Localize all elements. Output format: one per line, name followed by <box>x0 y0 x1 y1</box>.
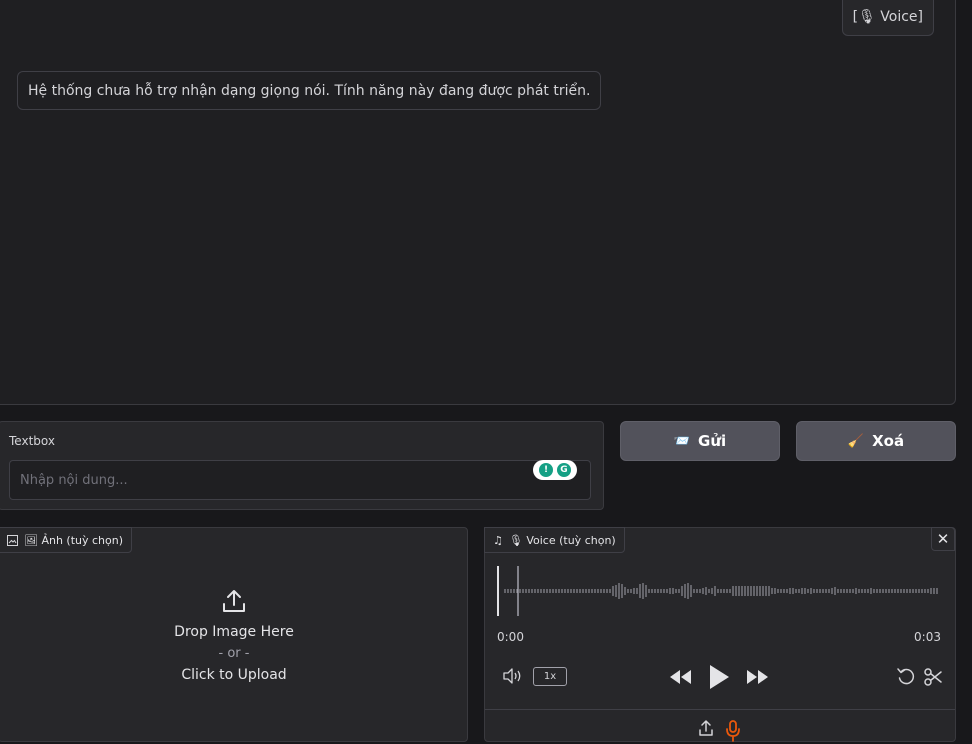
audio-waveform[interactable] <box>495 564 941 618</box>
music-note-icon: ♫ <box>493 533 503 547</box>
textbox-block: Textbox <box>0 421 604 510</box>
drop-image-text: Drop Image Here <box>174 624 294 640</box>
upload-icon <box>223 590 245 612</box>
user-message-text: [🎙 Voice] <box>852 9 923 25</box>
voice-source-bar <box>485 709 955 743</box>
upload-dropzone[interactable]: Drop Image Here - or - Click to Upload <box>0 588 469 683</box>
image-panel-label: 🖼 Ảnh (tuỳ chọn) <box>24 533 124 547</box>
playback-speed-button[interactable]: 1x <box>533 667 567 686</box>
image-upload-panel[interactable]: 🖼 Ảnh (tuỳ chọn) Drop Image Here - or - … <box>0 527 468 742</box>
image-icon <box>7 534 18 546</box>
time-current: 0:00 <box>497 630 524 644</box>
broom-icon: 🧹 <box>847 433 865 449</box>
envelope-icon: 📨 <box>673 433 691 449</box>
play-icon[interactable] <box>705 662 733 692</box>
microphone-icon[interactable] <box>724 718 742 744</box>
lightbulb-icon[interactable]: ! <box>539 463 553 477</box>
clear-button-label: Xoá <box>872 432 905 450</box>
user-message: [🎙 Voice] <box>841 0 934 36</box>
rewind-icon[interactable] <box>667 666 695 688</box>
clear-button[interactable]: 🧹 Xoá <box>796 421 956 461</box>
upload-icon[interactable] <box>697 718 715 738</box>
voice-panel-label: 🎙 Voice (tuỳ chọn) <box>508 533 616 547</box>
time-duration: 0:03 <box>914 630 941 644</box>
send-button-label: Gửi <box>698 432 727 450</box>
grammarly-icon[interactable]: G <box>557 463 571 477</box>
voice-panel: ♫ 🎙 Voice (tuỳ chọn) ✕ 0:00 0:03 1x <box>484 527 956 742</box>
message-input[interactable] <box>9 460 591 500</box>
or-text: - or - <box>218 646 250 661</box>
textbox-label: Textbox <box>9 434 55 448</box>
send-button[interactable]: 📨 Gửi <box>620 421 780 461</box>
image-panel-tag: 🖼 Ảnh (tuỳ chọn) <box>0 527 133 553</box>
click-upload-text[interactable]: Click to Upload <box>181 667 286 683</box>
voice-panel-tag: ♫ 🎙 Voice (tuỳ chọn) <box>484 527 625 553</box>
bot-message-text: Hệ thống chưa hỗ trợ nhận dạng giọng nói… <box>28 82 591 99</box>
reset-icon[interactable] <box>895 666 917 688</box>
bot-message: Hệ thống chưa hỗ trợ nhận dạng giọng nói… <box>17 71 602 110</box>
close-icon[interactable]: ✕ <box>931 527 955 551</box>
volume-icon[interactable] <box>501 666 525 686</box>
chatbot-panel: [🎙 Voice] Hệ thống chưa hỗ trợ nhận dạng… <box>0 0 956 405</box>
fast-forward-icon[interactable] <box>743 666 771 688</box>
grammarly-widget[interactable]: ! G <box>533 460 577 480</box>
scissors-icon[interactable] <box>922 666 944 688</box>
